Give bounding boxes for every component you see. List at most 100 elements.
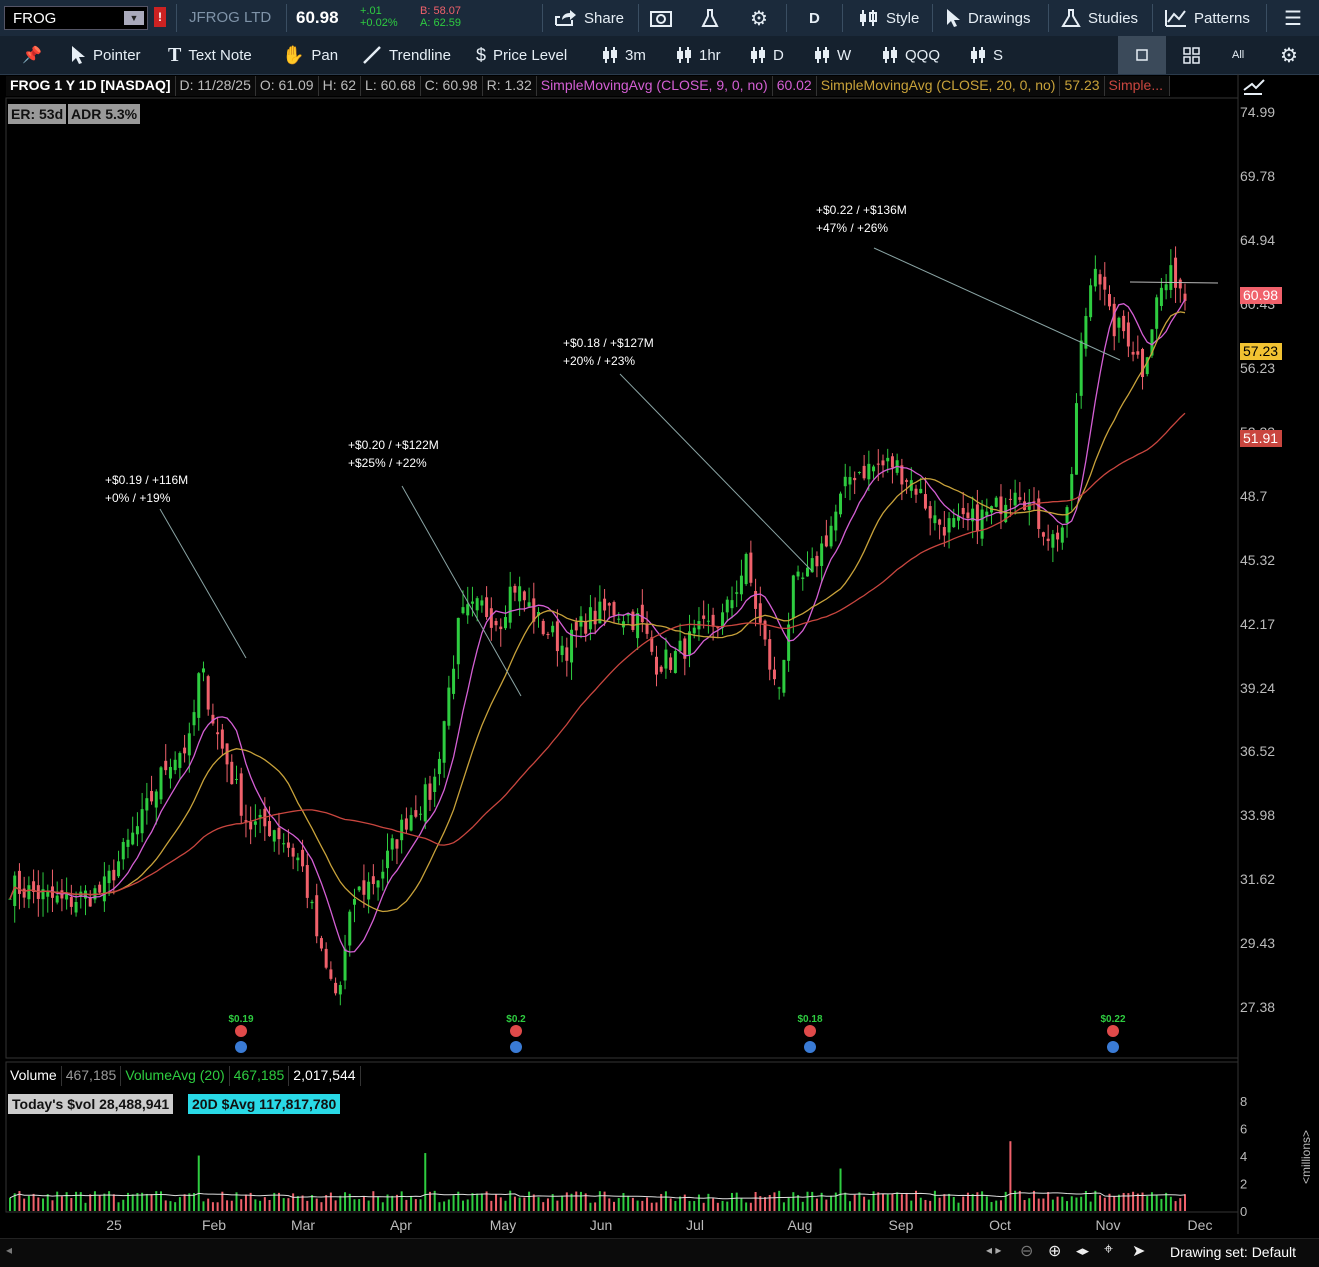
phone-icon[interactable] [235, 1025, 247, 1037]
period-button[interactable]: D [809, 0, 820, 36]
volume-avg-value: 467,185 [230, 1066, 290, 1086]
cursor-icon[interactable]: ➤ [1132, 1241, 1145, 1261]
patterns-button[interactable]: Patterns [1164, 0, 1250, 36]
volume-bar [1075, 1197, 1078, 1211]
grid-layout-button[interactable] [1168, 36, 1216, 74]
text-note-tool[interactable]: T Text Note [168, 36, 252, 74]
single-layout-button[interactable] [1118, 36, 1166, 74]
candle-body [69, 897, 73, 907]
info-icon[interactable] [510, 1041, 522, 1053]
earnings-label: $0.2 [506, 1014, 526, 1025]
candle-body [1159, 287, 1163, 306]
drawings-button[interactable]: Drawings [944, 0, 1031, 36]
chart-settings-button[interactable]: ⚙ [1280, 36, 1298, 74]
period-w-button[interactable]: W [814, 36, 851, 74]
scroll-left-icon[interactable]: ◂ [6, 1243, 12, 1257]
volume-bar [1136, 1193, 1139, 1211]
zoom-in-icon[interactable]: ⊕ [1048, 1241, 1061, 1261]
phone-icon[interactable] [510, 1025, 522, 1037]
annotation-line [401, 485, 522, 697]
volume-label[interactable]: Volume [6, 1066, 62, 1086]
zoom-out-icon[interactable]: ⊖ [1020, 1241, 1033, 1261]
candle-body [994, 497, 998, 507]
annotation-line [619, 373, 813, 572]
studies-button[interactable]: Studies [1060, 0, 1138, 36]
candle-body [560, 645, 564, 656]
price-chart[interactable]: 74.9969.7864.9460.4356.2352.3348.745.324… [0, 74, 1319, 1238]
phone-icon[interactable] [804, 1025, 816, 1037]
chevron-down-icon[interactable]: ▼ [124, 11, 144, 25]
flask-button[interactable] [700, 0, 720, 36]
candle-body [522, 591, 526, 601]
volume-bar [825, 1199, 828, 1211]
drawing-set-label[interactable]: Drawing set: Default [1170, 1244, 1296, 1260]
volume-bar [211, 1202, 214, 1211]
trendline-tool[interactable]: Trendline [362, 36, 451, 74]
menu-button[interactable]: ☰ [1284, 0, 1302, 36]
s-button[interactable]: S [970, 36, 1003, 74]
volume-bar [881, 1193, 884, 1211]
price-axis[interactable]: 74.9969.7864.9460.4356.2352.3348.745.324… [1240, 104, 1275, 1015]
candle-body [1178, 279, 1182, 289]
volume-bar [556, 1200, 559, 1211]
candle-body [867, 463, 871, 480]
pan-tool[interactable]: ✋ Pan [282, 36, 338, 74]
period-3m-button[interactable]: 3m [602, 36, 646, 74]
screenshot-button[interactable] [650, 0, 672, 36]
candle-body [730, 600, 734, 609]
volume-bar [150, 1194, 153, 1211]
price-tick-label: 27.38 [1240, 999, 1275, 1015]
candle-body [857, 471, 861, 473]
candle-body [225, 743, 229, 765]
share-button[interactable]: Share [554, 0, 624, 36]
candle-body [395, 839, 399, 849]
time-axis[interactable]: 25 Feb Mar Apr May Jun Jul Aug Sep Oct Nov Dec [106, 1217, 1212, 1233]
annotation-line [159, 508, 247, 659]
period-d-button[interactable]: D [750, 36, 784, 74]
candle-body [239, 773, 243, 816]
pointer-tool[interactable]: Pointer [70, 36, 141, 74]
style-button[interactable]: Style [858, 0, 919, 36]
info-icon[interactable] [235, 1041, 247, 1053]
volume-bar [499, 1197, 502, 1211]
volume-bar [42, 1198, 45, 1211]
chart-style-toggle[interactable] [1240, 78, 1268, 96]
candle-body [584, 621, 588, 634]
pin-button[interactable]: 📌 [22, 36, 42, 74]
phone-icon[interactable] [1107, 1025, 1119, 1037]
info-icon[interactable] [1107, 1041, 1119, 1053]
volume-avg-label[interactable]: VolumeAvg (20) [121, 1066, 230, 1086]
symbol-input[interactable]: FROG ▼ [4, 6, 148, 30]
candle-body [27, 885, 31, 900]
patterns-icon [1165, 10, 1186, 27]
scroll-arrows-icon[interactable]: ◂ ▸ [986, 1243, 1001, 1257]
price-level-tool[interactable]: $ Price Level [476, 36, 567, 74]
volume-bar [627, 1195, 630, 1211]
volume-bar [1066, 1201, 1069, 1211]
volume-bar [830, 1195, 833, 1211]
volume-bar [598, 1191, 601, 1211]
alert-flag-icon[interactable]: ! [154, 7, 166, 27]
crosshair-icon[interactable]: ⌖ [1104, 1241, 1113, 1259]
volume-bar [646, 1197, 649, 1211]
all-button[interactable]: All [1232, 36, 1244, 74]
pointer-icon [72, 46, 85, 64]
price-tick-label: 39.24 [1240, 680, 1275, 696]
price-level-line[interactable] [1129, 281, 1219, 284]
candle-body [282, 843, 286, 845]
volume-bar [815, 1198, 818, 1211]
candlestick-icon [603, 47, 617, 63]
candle-body [508, 586, 512, 623]
qqq-button[interactable]: QQQ [882, 36, 940, 74]
settings-button[interactable]: ⚙ [750, 0, 768, 36]
period-1hr-button[interactable]: 1hr [676, 36, 721, 74]
fit-icon[interactable]: ◂▸ [1076, 1243, 1089, 1259]
pan-label: Pan [311, 46, 339, 64]
volume-bar [122, 1199, 125, 1211]
candle-body [494, 620, 498, 626]
volume-bar [301, 1195, 304, 1211]
volume-bar [1028, 1198, 1031, 1211]
info-icon[interactable] [804, 1041, 816, 1053]
candle-body [659, 666, 663, 672]
volume-bar [84, 1202, 87, 1211]
